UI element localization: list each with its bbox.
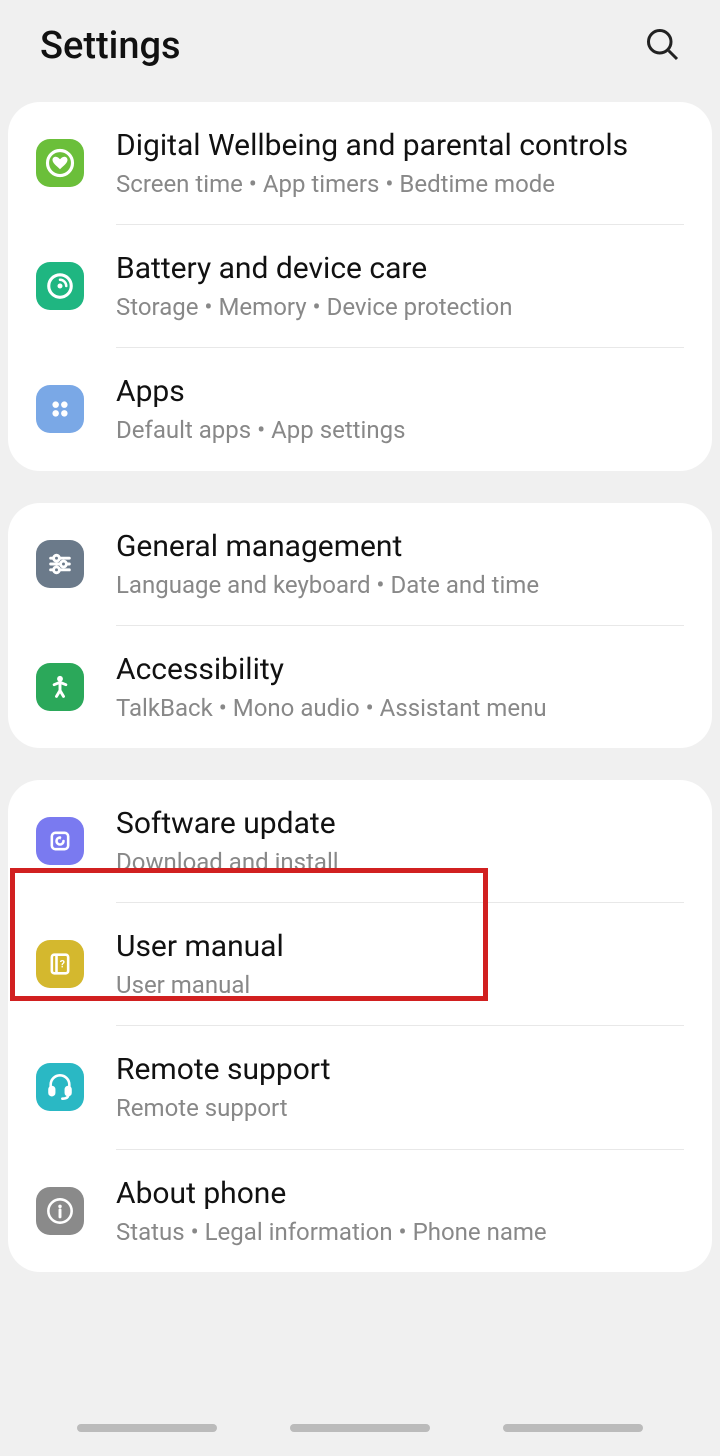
item-title: Digital Wellbeing and parental controls — [116, 126, 684, 165]
manual-icon: ? — [36, 940, 84, 988]
general-icon — [36, 540, 84, 588]
item-content: Digital Wellbeing and parental controls … — [116, 126, 684, 200]
item-subtitle: User manual — [116, 970, 684, 1001]
item-content: Apps Default apps • App settings — [116, 372, 684, 446]
nav-home[interactable] — [290, 1424, 430, 1432]
item-content: Software update Download and install — [116, 804, 684, 878]
item-title: Apps — [116, 372, 684, 411]
item-subtitle: Language and keyboard • Date and time — [116, 570, 684, 601]
item-content: General management Language and keyboard… — [116, 527, 684, 601]
battery-care-icon — [36, 262, 84, 310]
item-content: About phone Status • Legal information •… — [116, 1174, 684, 1248]
nav-bar — [0, 1408, 720, 1456]
item-title: About phone — [116, 1174, 684, 1213]
item-content: Remote support Remote support — [116, 1050, 684, 1124]
settings-group: Digital Wellbeing and parental controls … — [8, 102, 712, 471]
settings-item-software-update[interactable]: Software update Download and install — [8, 780, 712, 902]
svg-text:?: ? — [60, 958, 65, 971]
item-content: Accessibility TalkBack • Mono audio • As… — [116, 650, 684, 724]
nav-back[interactable] — [503, 1424, 643, 1432]
item-subtitle: Status • Legal information • Phone name — [116, 1217, 684, 1248]
wellbeing-icon — [36, 139, 84, 187]
settings-item-battery-care[interactable]: Battery and device care Storage • Memory… — [8, 225, 712, 347]
apps-icon — [36, 385, 84, 433]
item-subtitle: Screen time • App timers • Bedtime mode — [116, 169, 684, 200]
item-title: Software update — [116, 804, 684, 843]
update-icon — [36, 817, 84, 865]
settings-item-about-phone[interactable]: About phone Status • Legal information •… — [8, 1150, 712, 1272]
item-title: Accessibility — [116, 650, 684, 689]
item-subtitle: Download and install — [116, 847, 684, 878]
accessibility-icon — [36, 663, 84, 711]
header: Settings — [0, 0, 720, 96]
item-title: Remote support — [116, 1050, 684, 1089]
settings-item-accessibility[interactable]: Accessibility TalkBack • Mono audio • As… — [8, 626, 712, 748]
item-subtitle: Storage • Memory • Device protection — [116, 292, 684, 323]
item-title: User manual — [116, 927, 684, 966]
support-icon — [36, 1063, 84, 1111]
item-subtitle: TalkBack • Mono audio • Assistant menu — [116, 693, 684, 724]
item-content: Battery and device care Storage • Memory… — [116, 249, 684, 323]
settings-item-apps[interactable]: Apps Default apps • App settings — [8, 348, 712, 470]
item-subtitle: Default apps • App settings — [116, 415, 684, 446]
nav-recents[interactable] — [77, 1424, 217, 1432]
settings-item-digital-wellbeing[interactable]: Digital Wellbeing and parental controls … — [8, 102, 712, 224]
settings-group: General management Language and keyboard… — [8, 503, 712, 748]
search-button[interactable] — [644, 26, 680, 66]
settings-group: Software update Download and install ? U… — [8, 780, 712, 1272]
item-title: General management — [116, 527, 684, 566]
settings-item-user-manual[interactable]: ? User manual User manual — [8, 903, 712, 1025]
settings-item-general-management[interactable]: General management Language and keyboard… — [8, 503, 712, 625]
item-title: Battery and device care — [116, 249, 684, 288]
search-icon — [644, 26, 680, 62]
item-subtitle: Remote support — [116, 1093, 684, 1124]
about-icon — [36, 1187, 84, 1235]
item-content: User manual User manual — [116, 927, 684, 1001]
page-title: Settings — [40, 24, 181, 68]
settings-item-remote-support[interactable]: Remote support Remote support — [8, 1026, 712, 1148]
